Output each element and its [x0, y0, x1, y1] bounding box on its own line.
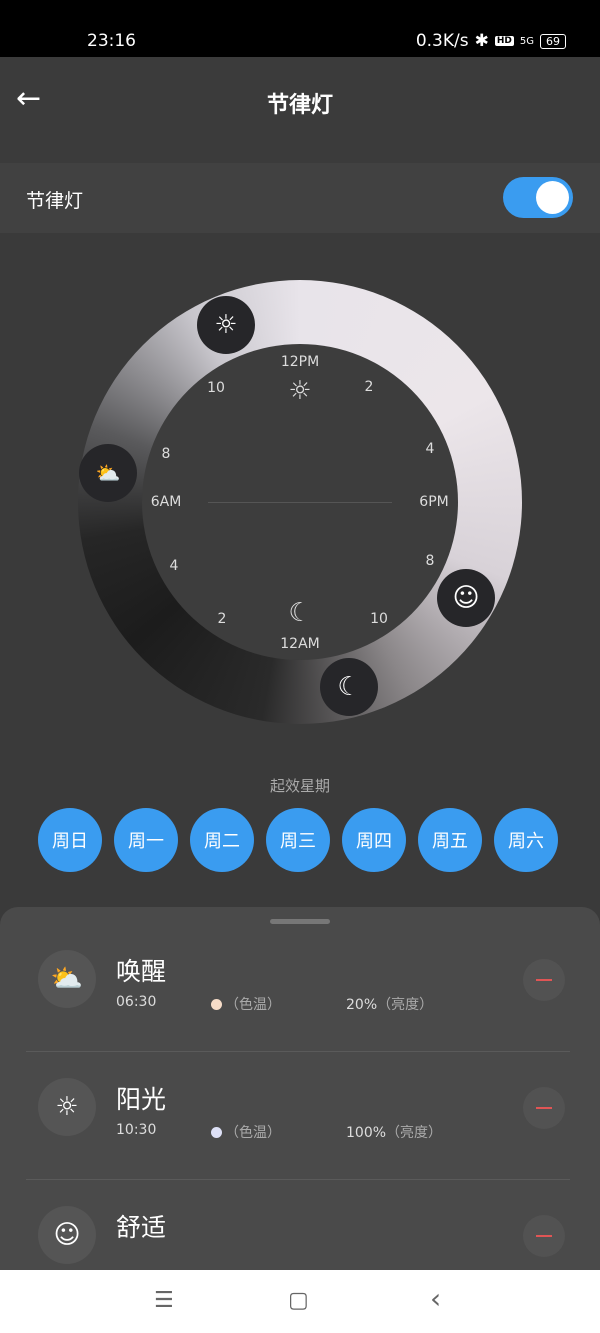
tick-label: 10: [370, 611, 388, 627]
tick-label: 2: [217, 611, 227, 627]
brightness-label: （亮度）: [386, 1125, 443, 1141]
hd-icon: HD: [494, 36, 514, 46]
tick-label: 8: [425, 553, 435, 569]
signal-icon: 5G: [519, 35, 534, 47]
day-sun[interactable]: 周日: [38, 808, 102, 872]
minus-icon: [536, 979, 552, 981]
color-dot: [211, 1127, 222, 1138]
brightness: 20%: [346, 997, 378, 1013]
scene-name: 阳光: [116, 1085, 167, 1114]
sun-marker-icon[interactable]: ☼: [197, 296, 255, 354]
clock-divider: [208, 502, 392, 503]
minus-icon: [536, 1107, 552, 1109]
color-label: （色温）: [225, 997, 281, 1013]
tick-label: 12AM: [280, 636, 320, 652]
weekday-selector: 周日 周一 周二 周三 周四 周五 周六: [38, 808, 558, 872]
day-mon[interactable]: 周一: [114, 808, 178, 872]
toggle-label: 节律灯: [26, 190, 84, 212]
tick-label: 4: [169, 558, 179, 574]
remove-button[interactable]: [523, 1215, 565, 1257]
color-dot: [211, 999, 222, 1010]
tick-label: 4: [425, 441, 435, 457]
status-bar: 23:16 0.3K/s ✱ HD 5G 69: [0, 0, 600, 57]
tick-label: 6PM: [419, 494, 449, 510]
list-item[interactable]: ⛅ 唤醒 06:30 （色温） 20%（亮度）: [0, 924, 600, 1052]
remove-button[interactable]: [523, 959, 565, 1001]
week-label: 起效星期: [269, 777, 330, 795]
moon-icon: ☾: [288, 598, 312, 628]
brightness: 100%: [346, 1125, 387, 1141]
minus-icon: [536, 1235, 552, 1237]
sunrise-icon: ⛅: [38, 950, 96, 1008]
menu-icon[interactable]: ☰: [154, 1288, 174, 1313]
list-item[interactable]: ☼ 阳光 10:30 （色温） 100%（亮度）: [0, 1052, 600, 1180]
tick-label: 12PM: [280, 354, 320, 370]
tick-label: 6AM: [150, 494, 182, 510]
scene-name: 唤醒: [116, 957, 167, 986]
smile-marker-icon[interactable]: ☺: [437, 569, 495, 627]
rhythm-light-toggle[interactable]: [503, 177, 573, 218]
network-speed: 0.3K/s: [415, 31, 469, 51]
battery-icon: 69: [540, 33, 566, 49]
moon-marker-icon[interactable]: ☾: [320, 658, 378, 716]
scene-time: 10:30: [116, 1122, 157, 1138]
day-tue[interactable]: 周二: [190, 808, 254, 872]
schedule-clock: 12PM 2 4 6PM 8 10 12AM 2 4 6AM 8 10 ☼ ☾ …: [78, 280, 522, 724]
sunrise-marker-icon[interactable]: ⛅: [79, 444, 137, 502]
toggle-knob: [536, 181, 569, 214]
brightness-label: （亮度）: [377, 997, 434, 1013]
sun-icon: ☼: [38, 1078, 96, 1136]
rhythm-light-toggle-row: 节律灯: [0, 163, 600, 233]
system-nav-bar: ☰ ▢ ‹: [0, 1270, 600, 1333]
scene-time: 06:30: [116, 994, 157, 1010]
day-sat[interactable]: 周六: [494, 808, 558, 872]
smile-icon: ☺: [38, 1206, 96, 1264]
home-icon[interactable]: ▢: [288, 1288, 309, 1313]
header: ← 节律灯: [0, 57, 600, 163]
tick-label: 10: [207, 380, 225, 396]
page-title: 节律灯: [266, 93, 333, 118]
day-thu[interactable]: 周四: [342, 808, 406, 872]
scene-name: 舒适: [116, 1213, 167, 1242]
sun-icon: ☼: [288, 376, 312, 406]
day-fri[interactable]: 周五: [418, 808, 482, 872]
tick-label: 8: [161, 446, 171, 462]
day-wed[interactable]: 周三: [266, 808, 330, 872]
bluetooth-icon: ✱: [474, 31, 489, 51]
status-time: 23:16: [87, 31, 136, 51]
tick-label: 2: [364, 379, 374, 395]
back-icon[interactable]: ‹: [430, 1282, 441, 1315]
remove-button[interactable]: [523, 1087, 565, 1129]
color-label: （色温）: [225, 1125, 281, 1141]
